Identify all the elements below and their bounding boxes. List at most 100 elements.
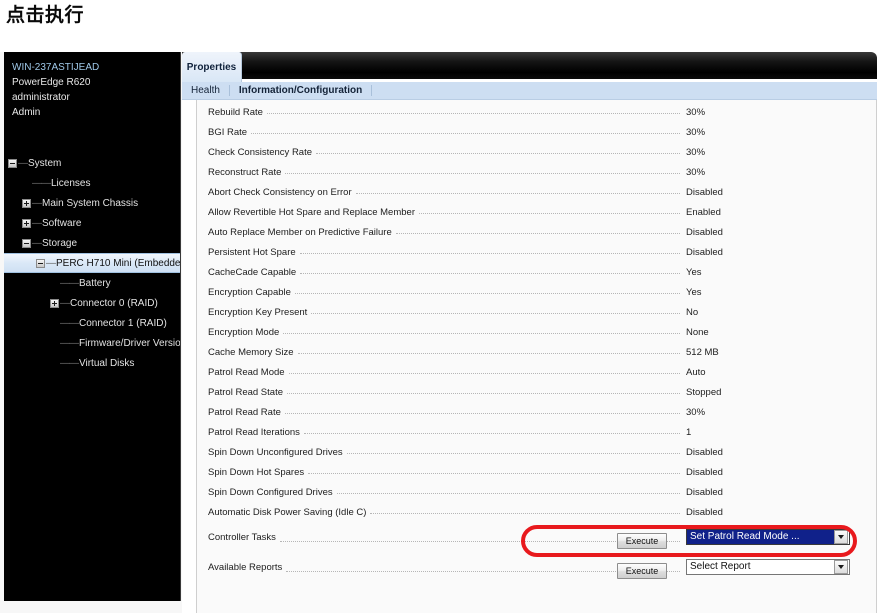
controller-tasks-dropdown[interactable]: Set Patrol Read Mode ...: [686, 529, 850, 545]
property-row: Automatic Disk Power Saving (Idle C) Disa…: [197, 502, 876, 522]
tree-connector-line: —: [32, 217, 42, 229]
row-controller-tasks: Controller Tasks Set Patrol Read Mode ..…: [197, 522, 876, 552]
property-value: Disabled: [686, 446, 723, 458]
subtab-health[interactable]: Health: [182, 82, 229, 100]
property-value: Yes: [686, 266, 702, 278]
tree-connector-line: ——: [60, 337, 79, 349]
tree-item-battery[interactable]: —— Battery: [4, 273, 180, 293]
leader-dots: [308, 473, 680, 474]
expand-icon[interactable]: [50, 298, 59, 308]
available-reports-label: Available Reports: [208, 561, 283, 573]
controller-tasks-selected-value: Set Patrol Read Mode ...: [687, 530, 834, 544]
property-name: Persistent Hot Spare: [208, 246, 296, 258]
tree-item-label: Virtual Disks: [79, 357, 135, 369]
execute-button-available-reports[interactable]: Execute: [617, 563, 667, 579]
sidebar-header: WIN-237ASTIJEAD PowerEdge R620 administr…: [4, 52, 180, 120]
property-row: Patrol Read Iterations 1: [197, 422, 876, 442]
available-reports-dropdown[interactable]: Select Report: [686, 559, 850, 575]
tree-item-connector-1-raid[interactable]: —— Connector 1 (RAID): [4, 313, 180, 333]
property-value: 30%: [686, 146, 706, 158]
tree-item-label: Licenses: [51, 177, 91, 189]
property-name: BGI Rate: [208, 126, 248, 138]
leader-dots: [395, 233, 680, 234]
execute-button-controller-tasks[interactable]: Execute: [617, 533, 667, 549]
property-value: Auto: [686, 366, 706, 378]
leader-dots: [284, 413, 680, 414]
tree-connector-line: —: [18, 157, 28, 169]
property-value: None: [686, 326, 709, 338]
property-row: Allow Revertible Hot Spare and Replace M…: [197, 202, 876, 222]
property-name: Rebuild Rate: [208, 106, 263, 118]
sidebar-role: Admin: [12, 107, 41, 118]
expand-icon[interactable]: [22, 218, 31, 228]
property-row: Reconstruct Rate 30%: [197, 162, 876, 182]
collapse-icon[interactable]: [8, 158, 17, 168]
annotation-caption: 点击执行: [6, 4, 85, 26]
subtab-separator: [371, 85, 373, 96]
property-row: Spin Down Unconfigured Drives Disabled: [197, 442, 876, 462]
property-name: CacheCade Capable: [208, 266, 297, 278]
property-value: Disabled: [686, 466, 723, 478]
leader-dots: [251, 133, 680, 134]
tree-item-label: Main System Chassis: [42, 197, 139, 209]
property-name: Reconstruct Rate: [208, 166, 282, 178]
property-value: Disabled: [686, 226, 723, 238]
property-name: Spin Down Unconfigured Drives: [208, 446, 343, 458]
tree-item-licenses[interactable]: —— Licenses: [4, 173, 180, 193]
properties-panel: Rebuild Rate 30% BGI Rate 30% Check Consiste…: [196, 100, 877, 613]
property-rows: Rebuild Rate 30% BGI Rate 30% Check Consiste…: [197, 102, 876, 522]
property-row: CacheCade Capable Yes: [197, 262, 876, 282]
tree-item-firmware-driver-versions[interactable]: —— Firmware/Driver Versions: [4, 333, 180, 353]
tab-properties[interactable]: Properties: [182, 52, 242, 82]
sub-tab-bar: Health Information/Configuration: [182, 82, 877, 100]
property-value: No: [686, 306, 699, 318]
tree-item-label: PERC H710 Mini (Embedded): [56, 257, 181, 269]
controller-tasks-label: Controller Tasks: [208, 531, 276, 543]
system-tree: — System —— Licenses — Main System Chassis — So…: [4, 153, 180, 373]
tree-item-virtual-disks[interactable]: —— Virtual Disks: [4, 353, 180, 373]
leader-dots: [311, 313, 680, 314]
tree-item-label: Storage: [42, 237, 78, 249]
tree-item-label: Battery: [79, 277, 111, 289]
expand-icon[interactable]: [22, 198, 31, 208]
tree-connector-line: ——: [60, 357, 79, 369]
property-row: Encryption Key Present No: [197, 302, 876, 322]
content-area: Properties Health Information/Configurati…: [182, 52, 893, 613]
property-name: Encryption Capable: [208, 286, 291, 298]
tree-connector-line: —: [32, 237, 42, 249]
tree-connector-line: —: [32, 197, 42, 209]
collapse-icon[interactable]: [36, 258, 45, 268]
property-value: Disabled: [686, 486, 723, 498]
tree-item-connector-0-raid[interactable]: — Connector 0 (RAID): [4, 293, 180, 313]
sidebar-user: administrator: [12, 92, 70, 103]
property-name: Patrol Read Iterations: [208, 426, 300, 438]
tree-item-perc-h710-mini-embedded[interactable]: — PERC H710 Mini (Embedded): [4, 253, 180, 273]
leader-dots: [294, 293, 680, 294]
property-value: Disabled: [686, 246, 723, 258]
tree-item-system[interactable]: — System: [4, 153, 180, 173]
property-name: Encryption Mode: [208, 326, 280, 338]
controller-tasks-control: Set Patrol Read Mode ...: [686, 529, 868, 545]
tree-item-software[interactable]: — Software: [4, 213, 180, 233]
leader-dots: [336, 493, 680, 494]
property-value: Yes: [686, 286, 702, 298]
property-row: Check Consistency Rate 30%: [197, 142, 876, 162]
tree-item-label: Software: [42, 217, 82, 229]
property-row: Encryption Capable Yes: [197, 282, 876, 302]
property-row: Auto Replace Member on Predictive Failur…: [197, 222, 876, 242]
subtab-information-configuration[interactable]: Information/Configuration: [230, 82, 371, 100]
tree-item-label: Connector 1 (RAID): [79, 317, 167, 329]
collapse-icon[interactable]: [22, 238, 31, 248]
property-name: Patrol Read Rate: [208, 406, 281, 418]
chevron-down-icon[interactable]: [834, 560, 848, 574]
tree-item-main-system-chassis[interactable]: — Main System Chassis: [4, 193, 180, 213]
tab-strip: Properties: [182, 52, 893, 82]
property-row: Spin Down Hot Spares Disabled: [197, 462, 876, 482]
leader-dots: [287, 393, 680, 394]
sidebar-hostname: WIN-237ASTIJEAD: [12, 62, 100, 73]
property-name: Cache Memory Size: [208, 346, 294, 358]
screenshot-root: 点击执行 WIN-237ASTIJEAD PowerEdge R620 admi…: [0, 0, 893, 613]
leader-dots: [316, 153, 680, 154]
chevron-down-icon[interactable]: [834, 530, 848, 544]
tree-item-storage[interactable]: — Storage: [4, 233, 180, 253]
